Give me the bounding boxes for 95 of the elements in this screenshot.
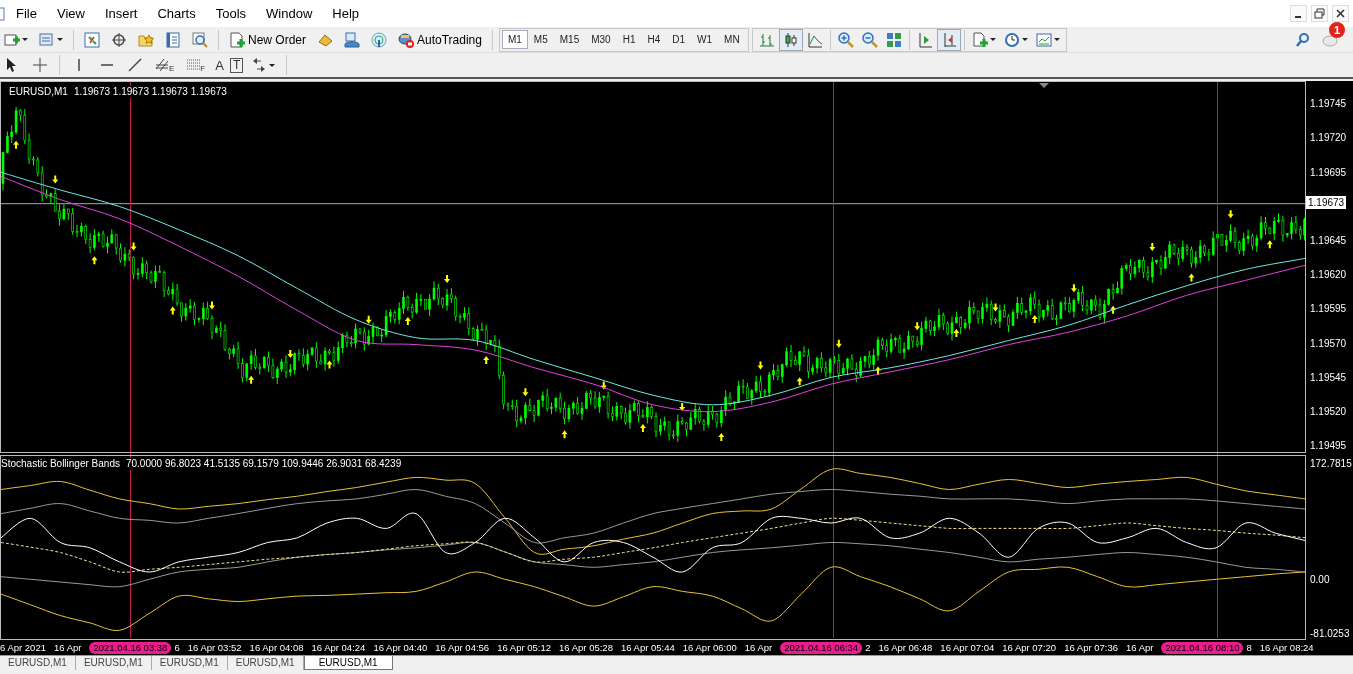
indicator-label: -81.0253 <box>1310 627 1350 640</box>
time-label: 16 Apr 04:56 <box>435 641 490 654</box>
text-label-tool[interactable]: T <box>229 57 244 73</box>
time-label: 16 Apr <box>744 641 773 654</box>
price-label: 1.19720 <box>1310 131 1347 145</box>
time-label: 16 Apr 04:40 <box>373 641 428 654</box>
auto-trading-button[interactable]: AutoTrading <box>394 28 486 51</box>
caret-icon[interactable] <box>1021 37 1028 42</box>
price-label: 1.19695 <box>1310 165 1347 179</box>
time-label: 16 Apr 04:08 <box>249 641 304 654</box>
time-label: 16 Apr 05:28 <box>559 641 613 654</box>
timeframe-button[interactable]: H1 <box>616 30 642 49</box>
trendline-icon[interactable] <box>127 57 143 73</box>
price-label: 1.19645 <box>1310 234 1347 247</box>
zoom-out-icon[interactable] <box>861 31 878 48</box>
timeframe-button[interactable]: M5 <box>527 30 554 49</box>
timeframe-button[interactable]: D1 <box>666 30 692 49</box>
time-label: 16 Apr 07:04 <box>940 641 995 654</box>
clock-icon[interactable] <box>1003 31 1020 48</box>
menu-item[interactable]: Charts <box>147 6 206 21</box>
channel-icon[interactable] <box>155 57 169 73</box>
indicator-label: 172.7815 <box>1310 456 1352 470</box>
chart-tab[interactable]: EURUSD,M1 <box>303 656 393 670</box>
list-icon[interactable] <box>165 31 181 48</box>
timeframe-button[interactable]: W1 <box>691 30 719 49</box>
signal-icon[interactable] <box>371 31 387 48</box>
price-label: 1.19570 <box>1310 336 1347 350</box>
time-label: 16 Apr 03:52 <box>187 641 242 654</box>
menu-item[interactable]: Insert <box>94 6 148 21</box>
price-label: 1.19620 <box>1310 268 1347 282</box>
minimize-icon[interactable] <box>1290 5 1307 22</box>
new-order-icon[interactable] <box>229 31 245 48</box>
time-label: 16 Apr 06:48 <box>878 641 933 654</box>
restore-icon[interactable] <box>1311 5 1328 22</box>
crosshair-time-label: 2021.04.16 03:38 <box>89 641 172 654</box>
text-tool[interactable]: A <box>213 57 226 73</box>
close-icon[interactable] <box>1332 5 1349 22</box>
caret-icon[interactable] <box>269 62 276 68</box>
channel-tool[interactable]: E <box>151 55 179 75</box>
timeframe-button[interactable]: M1 <box>501 30 528 49</box>
crosshair-icon[interactable] <box>111 31 127 48</box>
time-label: 16 Apr 05:12 <box>497 641 552 654</box>
time-label: 16 Apr <box>1126 641 1154 654</box>
indicator-values: 70.0000 96.8023 41.5135 69.1579 109.9446 26.9031 68.4239 <box>125 458 402 470</box>
menu-item[interactable]: File <box>6 6 47 21</box>
caret-icon[interactable] <box>57 37 63 42</box>
chart-tab[interactable]: EURUSD,M1 <box>227 656 304 670</box>
time-label: 6 <box>174 641 180 654</box>
menu-item[interactable]: Window <box>256 6 323 21</box>
new-order-button[interactable]: New Order <box>225 28 310 51</box>
timeframe-button[interactable]: M15 <box>553 30 586 49</box>
chart-tab[interactable]: EURUSD,M1 <box>0 656 76 670</box>
price-label: 1.19520 <box>1310 405 1347 418</box>
shift-marker-icon[interactable] <box>1039 83 1049 88</box>
crosshair-time-label: 2021.04.16 06:34 <box>780 641 863 654</box>
indicator-title: Stochastic Bollinger Bands <box>1 458 120 470</box>
caret-icon[interactable] <box>1053 37 1060 42</box>
time-label: 16 Apr 07:20 <box>1002 641 1057 654</box>
time-label: 2 <box>865 641 871 654</box>
search-icon[interactable] <box>1295 31 1311 48</box>
indicator-label: 0.00 <box>1310 572 1330 586</box>
terminal-icon[interactable] <box>344 31 360 48</box>
auto-trading-icon[interactable] <box>398 31 414 48</box>
quote-values: 1.19673 1.19673 1.19673 1.19673 <box>73 86 227 98</box>
timeframe-button[interactable]: MN <box>718 30 746 49</box>
symbol-label: EURUSD,M1 <box>9 86 68 98</box>
timeframe-button[interactable]: M30 <box>585 30 617 49</box>
menu-item[interactable]: View <box>46 6 95 21</box>
zoom-in-icon[interactable] <box>837 31 854 48</box>
magnifier-icon[interactable] <box>192 31 208 48</box>
time-label: 16 Apr 05:44 <box>620 641 675 654</box>
fibonacci-tool[interactable]: F <box>182 55 210 75</box>
timeframe-button[interactable]: H4 <box>641 30 667 49</box>
price-label: 1.19745 <box>1310 97 1347 111</box>
time-label: 16 Apr 08:24 <box>1259 641 1314 654</box>
price-label: 1.19545 <box>1310 370 1347 384</box>
current-price-label: 1.19673 <box>1306 195 1347 209</box>
menu-item[interactable]: Help <box>322 6 370 21</box>
chart-tab[interactable]: EURUSD,M1 <box>151 656 228 670</box>
time-label: 16 Apr 04:24 <box>311 641 366 654</box>
market-watch-icon[interactable] <box>84 31 100 48</box>
caret-icon[interactable] <box>22 37 28 42</box>
time-label: 16 Apr 06:00 <box>682 641 737 654</box>
tile-windows-icon[interactable] <box>885 31 902 48</box>
caret-icon[interactable] <box>989 37 996 42</box>
time-label: 6 Apr 2021 <box>0 641 46 654</box>
price-label: 1.19595 <box>1310 302 1347 316</box>
crosshair-time-label: 2021.04.16 08:10 <box>1161 641 1244 654</box>
chart-tab[interactable]: EURUSD,M1 <box>75 656 152 670</box>
menu-item[interactable]: Tools <box>205 6 257 21</box>
time-label: 16 Apr 07:36 <box>1064 641 1118 654</box>
indicators-icon[interactable] <box>1035 31 1052 48</box>
price-label: 1.19495 <box>1310 439 1347 453</box>
time-label: 8 <box>1246 641 1252 654</box>
time-label: 16 Apr <box>53 641 82 654</box>
